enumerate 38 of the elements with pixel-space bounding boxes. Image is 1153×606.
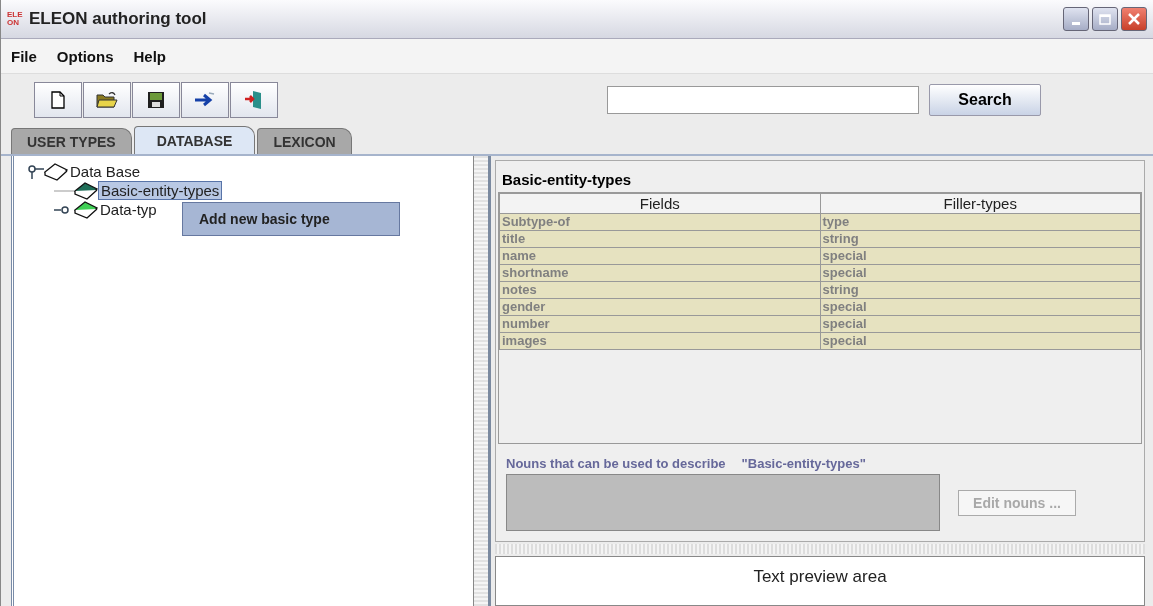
tab[interactable]: LEXICON xyxy=(257,128,352,154)
tab[interactable]: USER TYPES xyxy=(11,128,132,154)
panel-title: Basic-entity-types xyxy=(501,170,633,190)
tab[interactable]: DATABASE xyxy=(133,126,256,154)
tree-item[interactable]: Data Base xyxy=(68,163,143,180)
entity-name: "Basic-entity-types" xyxy=(741,456,866,471)
toolbar-button[interactable] xyxy=(132,82,180,118)
search-button[interactable]: Search xyxy=(929,84,1041,116)
tree-item[interactable]: Data-typ xyxy=(98,201,159,218)
close-icon xyxy=(1128,13,1140,25)
app-logo: ELE ON xyxy=(7,11,23,27)
book-icon xyxy=(74,200,98,219)
open-folder-icon xyxy=(96,91,118,109)
expanded-handle-icon[interactable] xyxy=(28,163,44,180)
column-header[interactable]: Filler-types xyxy=(820,193,1141,214)
menu-item[interactable]: Help xyxy=(133,47,167,65)
nouns-label: Nouns that can be used to describe xyxy=(506,456,726,471)
menu-item[interactable]: Add new basic type xyxy=(183,207,399,231)
window-title: ELEON authoring tool xyxy=(29,9,208,29)
toolbar-button[interactable] xyxy=(181,82,229,118)
new-document-icon xyxy=(50,91,66,109)
tree-item[interactable]: Basic-entity-types xyxy=(98,181,223,200)
book-icon xyxy=(44,162,68,181)
search-field[interactable] xyxy=(607,86,919,114)
preview-text: Text preview area xyxy=(753,567,887,588)
book-icon xyxy=(74,181,98,200)
menu-item[interactable]: Options xyxy=(56,47,114,65)
menu-item[interactable]: File xyxy=(11,47,37,65)
exit-door-icon xyxy=(244,90,264,110)
column-header[interactable]: Fields xyxy=(499,193,820,214)
toolbar-button[interactable] xyxy=(83,82,131,118)
minimize-icon xyxy=(1072,21,1080,25)
close-button[interactable] xyxy=(1121,7,1147,31)
minimize-button[interactable] xyxy=(1063,7,1089,31)
maximize-icon xyxy=(1099,13,1111,25)
maximize-button[interactable] xyxy=(1092,7,1118,31)
toolbar-button[interactable] xyxy=(34,82,82,118)
arrow-icon xyxy=(194,91,216,109)
